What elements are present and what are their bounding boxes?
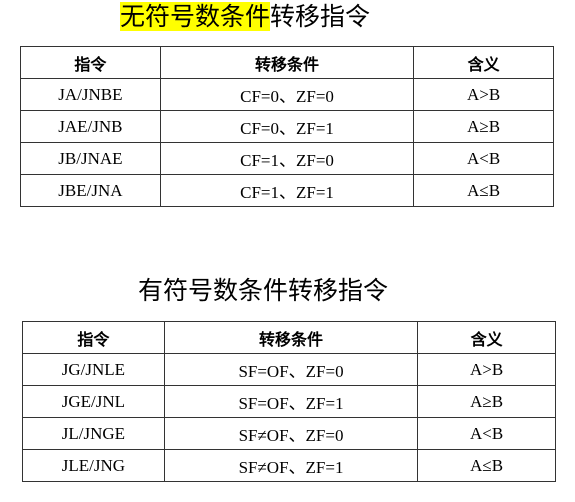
cell-condition: CF=0、ZF=0 (159, 78, 415, 111)
table-row: JBE/JNA CF=1、ZF=1 A≤B (20, 174, 554, 207)
cell-meaning: A<B (417, 417, 556, 450)
table-row: JL/JNGE SF≠OF、ZF=0 A<B (22, 417, 556, 450)
cell-instruction: JBE/JNA (20, 174, 161, 207)
cell-condition: SF≠OF、ZF=1 (163, 449, 419, 482)
header-instruction: 指令 (22, 321, 165, 354)
cell-condition: CF=1、ZF=1 (159, 174, 415, 207)
table-row: JB/JNAE CF=1、ZF=0 A<B (20, 142, 554, 175)
header-condition: 转移条件 (163, 321, 419, 354)
unsigned-title-highlight: 无符号数条件 (120, 2, 271, 31)
cell-meaning: A≥B (417, 385, 556, 418)
table-row: JG/JNLE SF=OF、ZF=0 A>B (22, 353, 556, 386)
table-header-row: 指令 转移条件 含义 (20, 46, 554, 79)
unsigned-title: 无符号数条件转移指令 (120, 1, 370, 32)
header-meaning: 含义 (417, 321, 556, 354)
cell-instruction: JLE/JNG (22, 449, 165, 482)
signed-title: 有符号数条件转移指令 (138, 276, 389, 305)
cell-instruction: JL/JNGE (22, 417, 165, 450)
table-header-row: 指令 转移条件 含义 (22, 321, 556, 354)
cell-instruction: JAE/JNB (20, 110, 161, 143)
cell-instruction: JGE/JNL (22, 385, 165, 418)
cell-condition: SF=OF、ZF=1 (163, 385, 419, 418)
cell-meaning: A≤B (413, 174, 554, 207)
unsigned-table: 指令 转移条件 含义 JA/JNBE CF=0、ZF=0 A>B JAE/JNB CF… (20, 46, 554, 207)
cell-condition: SF≠OF、ZF=0 (163, 417, 419, 450)
cell-meaning: A>B (413, 78, 554, 111)
cell-condition: CF=1、ZF=0 (159, 142, 415, 175)
unsigned-title-rest: 转移指令 (270, 2, 371, 31)
signed-table: 指令 转移条件 含义 JG/JNLE SF=OF、ZF=0 A>B JGE/JNL S… (22, 321, 556, 482)
header-meaning: 含义 (413, 46, 554, 79)
table-row: JAE/JNB CF=0、ZF=1 A≥B (20, 110, 554, 143)
cell-instruction: JA/JNBE (20, 78, 161, 111)
header-instruction: 指令 (20, 46, 161, 79)
cell-condition: SF=OF、ZF=0 (163, 353, 419, 386)
cell-meaning: A>B (417, 353, 556, 386)
cell-meaning: A≤B (417, 449, 556, 482)
cell-instruction: JG/JNLE (22, 353, 165, 386)
table-row: JA/JNBE CF=0、ZF=0 A>B (20, 78, 554, 111)
table-row: JLE/JNG SF≠OF、ZF=1 A≤B (22, 449, 556, 482)
cell-condition: CF=0、ZF=1 (159, 110, 415, 143)
header-condition: 转移条件 (159, 46, 415, 79)
table-row: JGE/JNL SF=OF、ZF=1 A≥B (22, 385, 556, 418)
cell-meaning: A<B (413, 142, 554, 175)
cell-meaning: A≥B (413, 110, 554, 143)
cell-instruction: JB/JNAE (20, 142, 161, 175)
